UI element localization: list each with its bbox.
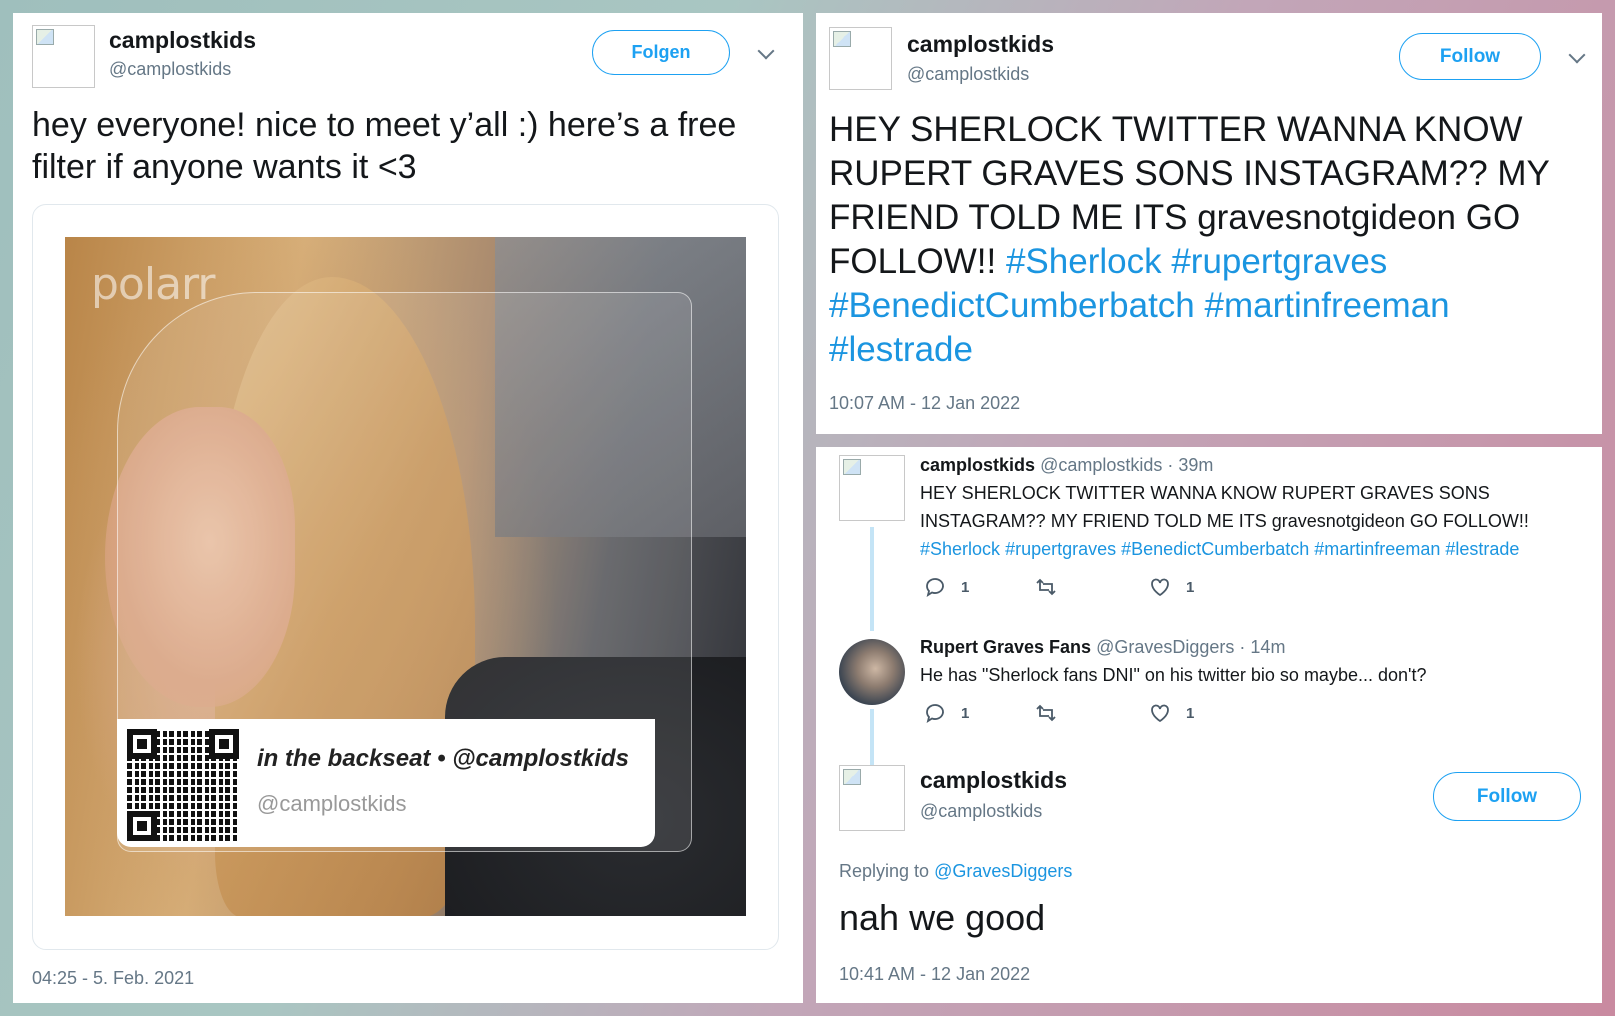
hashtag-sherlock[interactable]: #Sherlock [920,539,1000,559]
tweet-text-line: HEY SHERLOCK TWITTER WANNA KNOW RUPERT G… [920,483,1490,503]
replying-prefix: Replying to [839,861,930,881]
retweet-icon [1036,578,1056,596]
like-count: 1 [1186,578,1195,596]
user-handle[interactable]: @camplostkids [907,64,1029,85]
reply-action[interactable]: 1 [923,701,969,725]
reply-icon [926,704,944,723]
replying-to-line: Replying to @GravesDiggers [839,861,1072,882]
tweet-age[interactable]: · 39m [1167,455,1213,475]
caption-title: in the backseat • @camplostkids [257,745,629,772]
reply-action[interactable]: 1 [923,575,969,599]
timestamp[interactable]: 04:25 - 5. Feb. 2021 [32,968,194,989]
thread-line [870,709,874,765]
retweet-action[interactable] [1034,701,1072,725]
hashtag-sherlock[interactable]: #Sherlock [1006,242,1162,281]
tweet-header: camplostkids @camplostkids · 39m [920,455,1213,476]
avatar[interactable] [839,639,905,705]
user-handle[interactable]: @GravesDiggers [1096,637,1234,657]
hashtag-rupertgraves[interactable]: #rupertgraves [1005,539,1116,559]
hashtag-lestrade[interactable]: #lestrade [829,330,973,369]
thread-line [870,527,874,631]
avatar[interactable] [32,25,95,88]
tweet-card-left: camplostkids @camplostkids Folgen hey ev… [13,13,803,1003]
like-icon [1151,578,1169,597]
chevron-down-icon[interactable] [757,42,775,60]
tweet-text-line: INSTAGRAM?? MY FRIEND TOLD ME ITS graves… [920,511,1529,531]
follow-button[interactable]: Follow [1399,33,1541,80]
qr-code-icon [127,729,239,841]
like-count: 1 [1186,704,1195,722]
tweet-age[interactable]: · 14m [1239,637,1285,657]
hashtag-martinfreeman[interactable]: #martinfreeman [1314,539,1440,559]
like-icon [1151,704,1169,723]
reply-icon [926,578,944,597]
tweet-card-top-right: camplostkids @camplostkids Follow HEY SH… [816,13,1602,434]
replying-to-handle[interactable]: @GravesDiggers [934,861,1072,881]
like-action[interactable]: 1 [1148,575,1194,599]
tweet-text: HEY SHERLOCK TWITTER WANNA KNOW RUPERT G… [920,479,1590,563]
retweet-icon [1036,704,1056,722]
reply-count: 1 [961,578,970,596]
tweet-header: Rupert Graves Fans @GravesDiggers · 14m [920,637,1285,658]
hashtag-benedictcumberbatch[interactable]: #BenedictCumberbatch [829,286,1195,325]
hashtag-rupertgraves[interactable]: #rupertgraves [1171,242,1387,281]
hashtag-martinfreeman[interactable]: #martinfreeman [1205,286,1450,325]
caption-handle: @camplostkids [257,791,407,816]
avatar[interactable] [839,455,905,521]
display-name[interactable]: camplostkids [920,767,1067,794]
media-photo[interactable]: polarr in the backseat • @camplostkids @… [65,237,746,916]
display-name[interactable]: camplostkids [920,455,1035,475]
follow-button[interactable]: Folgen [592,30,730,75]
tweet-text: nah we good [839,897,1046,938]
display-name[interactable]: camplostkids [109,27,256,54]
display-name[interactable]: Rupert Graves Fans [920,637,1091,657]
user-handle[interactable]: @camplostkids [920,801,1042,822]
avatar[interactable] [839,765,905,831]
timestamp[interactable]: 10:07 AM - 12 Jan 2022 [829,393,1020,414]
tweet-text: He has "Sherlock fans DNI" on his twitte… [920,665,1427,685]
tweet-thread-card: camplostkids @camplostkids · 39m HEY SHE… [816,447,1602,1003]
hashtag-benedictcumberbatch[interactable]: #BenedictCumberbatch [1121,539,1309,559]
chevron-down-icon[interactable] [1568,46,1586,64]
retweet-action[interactable] [1034,575,1072,599]
user-handle[interactable]: @camplostkids [1040,455,1162,475]
timestamp[interactable]: 10:41 AM - 12 Jan 2022 [839,964,1030,985]
like-action[interactable]: 1 [1148,701,1194,725]
user-handle[interactable]: @camplostkids [109,59,231,80]
tweet-text: HEY SHERLOCK TWITTER WANNA KNOW RUPERT G… [829,108,1589,372]
follow-button[interactable]: Follow [1433,772,1581,821]
hashtag-lestrade[interactable]: #lestrade [1445,539,1519,559]
hashtag-line: #Sherlock #rupertgraves #BenedictCumberb… [920,535,1590,563]
polarr-logo: polarr [91,259,215,310]
tweet-text: hey everyone! nice to meet y’all :) here… [32,106,737,186]
avatar[interactable] [829,27,892,90]
reply-count: 1 [961,704,970,722]
display-name[interactable]: camplostkids [907,31,1054,58]
filter-caption-box: in the backseat • @camplostkids @camplos… [117,719,655,847]
